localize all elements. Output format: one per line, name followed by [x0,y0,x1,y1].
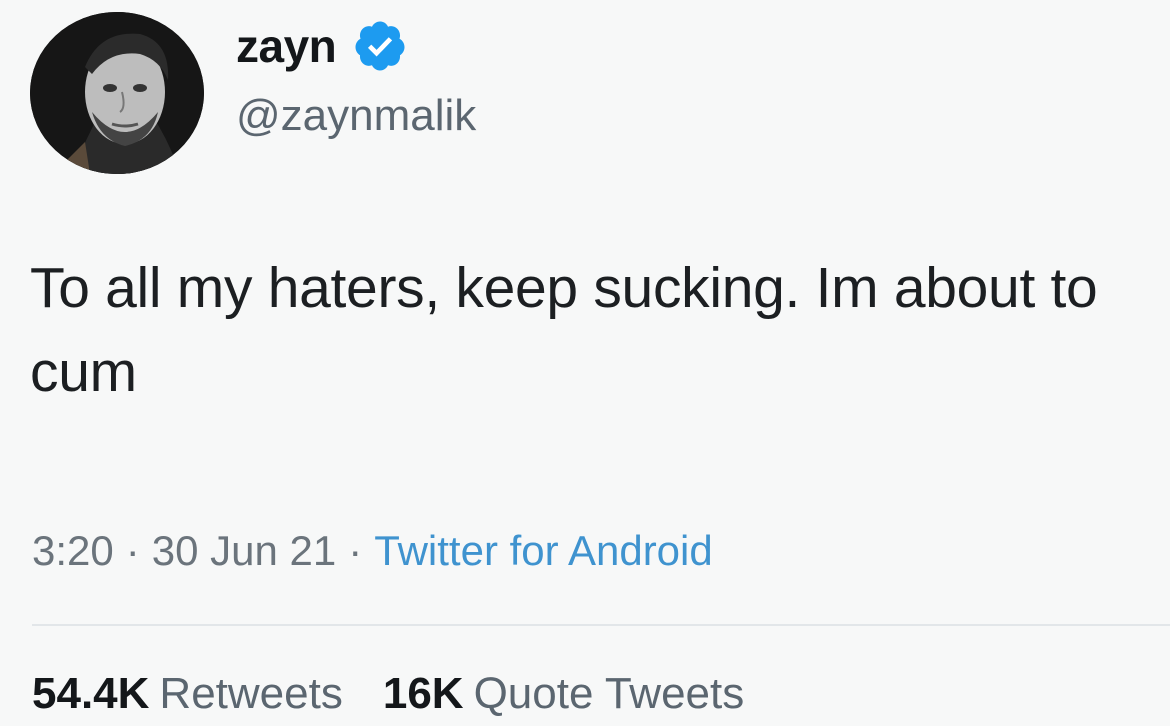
display-name[interactable]: zayn [236,23,337,69]
verified-badge-icon [355,21,405,71]
meta-separator: · [125,527,140,574]
avatar-photo [30,12,204,174]
tweet-text: To all my haters, keep sucking. Im about… [30,256,1114,404]
tweet-date[interactable]: 30 Jun 21 [152,527,337,574]
tweet-source-link[interactable]: Twitter for Android [374,527,712,574]
divider [32,624,1170,626]
tweet-meta: 3:20 · 30 Jun 21 · Twitter for Android [32,530,713,572]
tweet-stats: 54.4K Retweets 16K Quote Tweets [32,672,744,716]
quote-tweets-count: 16K [382,669,464,718]
author-name-row: zayn [236,18,408,74]
retweets-count: 54.4K [32,669,150,718]
meta-separator: · [348,527,363,574]
retweets-stat[interactable]: 54.4K Retweets [32,672,343,716]
quote-tweets-label: Quote Tweets [473,669,745,718]
tweet-card: zayn @zaynmalik To all my haters, keep s… [0,0,1170,726]
quote-tweets-stat[interactable]: 16K Quote Tweets [383,672,744,716]
username-handle[interactable]: @zaynmalik [236,94,476,138]
retweets-label: Retweets [159,669,343,718]
tweet-time[interactable]: 3:20 [32,527,114,574]
avatar[interactable] [30,12,204,174]
